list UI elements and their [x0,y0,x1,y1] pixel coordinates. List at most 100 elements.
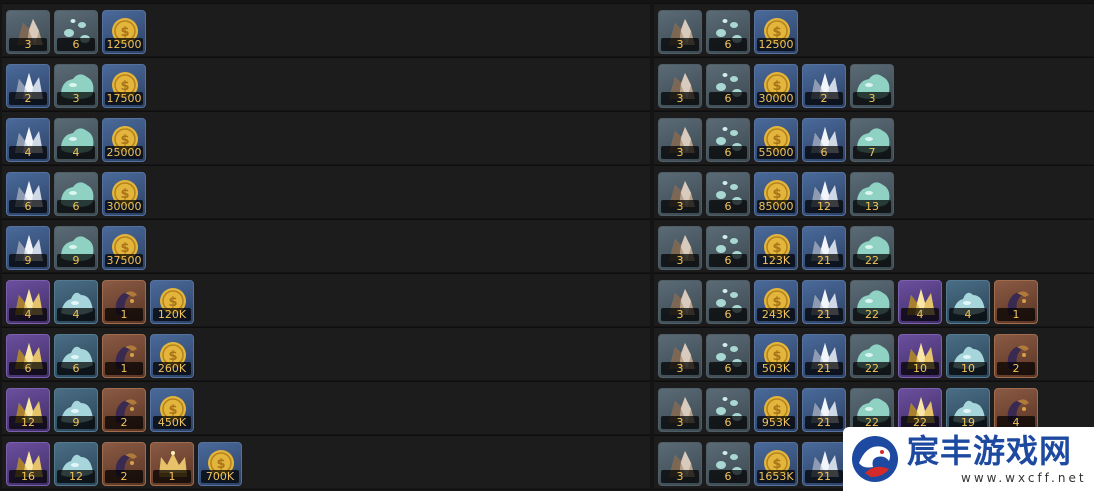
item-slot[interactable]: 3 [658,442,702,486]
item-count: 6 [709,146,747,159]
item-slot[interactable]: 3 [658,388,702,432]
item-slot[interactable]: 6 [706,442,750,486]
item-slot[interactable]: 6 [706,226,750,270]
item-count: 12 [9,416,47,429]
item-slot[interactable]: 1 [102,334,146,378]
item-count: 6 [57,362,95,375]
item-slot[interactable]: 1 [994,280,1038,324]
item-count: 37500 [105,254,143,267]
item-slot[interactable]: 2 [102,388,146,432]
item-slot[interactable]: 4 [54,118,98,162]
item-count: 450K [153,416,191,429]
item-slot[interactable]: 9 [54,226,98,270]
item-slot[interactable]: 4 [6,280,50,324]
item-slot[interactable]: 1 [102,280,146,324]
item-slot[interactable]: $55000 [754,118,798,162]
item-slot[interactable]: 2 [102,442,146,486]
item-slot[interactable]: $260K [150,334,194,378]
item-slot[interactable]: $17500 [102,64,146,108]
item-slot[interactable]: 3 [850,64,894,108]
item-slot[interactable]: 3 [658,334,702,378]
item-slot[interactable]: 6 [54,10,98,54]
item-slot[interactable]: 3 [658,172,702,216]
site-watermark: 宸丰游戏网 www.wxcff.net [843,427,1094,491]
item-slot[interactable]: 21 [802,280,846,324]
item-slot[interactable]: 3 [658,280,702,324]
item-slot[interactable]: 6 [706,334,750,378]
item-slot[interactable]: $503K [754,334,798,378]
item-slot[interactable]: 3 [658,226,702,270]
item-slot[interactable]: 22 [850,334,894,378]
item-slot[interactable]: 2 [994,334,1038,378]
item-slot[interactable]: 4 [946,280,990,324]
item-slot[interactable]: 4 [994,388,1038,432]
item-count: 4 [9,146,47,159]
item-count: 6 [709,92,747,105]
item-count: 3 [661,308,699,321]
item-slot[interactable]: 3 [54,64,98,108]
item-count: 6 [709,470,747,483]
item-slot[interactable]: 6 [706,10,750,54]
item-slot[interactable]: 3 [658,64,702,108]
item-slot[interactable]: 19 [946,388,990,432]
item-slot[interactable]: 22 [850,226,894,270]
item-slot[interactable]: 22 [850,388,894,432]
item-count: 7 [853,146,891,159]
item-slot[interactable]: $450K [150,388,194,432]
table-row: 6 6 $30000 3 6 $85000 12 13 [0,165,1094,218]
item-slot[interactable]: 3 [6,10,50,54]
item-slot[interactable]: 7 [850,118,894,162]
item-slot[interactable]: 12 [54,442,98,486]
item-slot[interactable]: 10 [946,334,990,378]
item-slot[interactable]: 9 [6,226,50,270]
item-slot[interactable]: 16 [6,442,50,486]
item-slot[interactable]: $953K [754,388,798,432]
item-slot[interactable]: 6 [802,118,846,162]
item-slot[interactable]: $37500 [102,226,146,270]
item-slot[interactable]: 21 [802,334,846,378]
item-slot[interactable]: $700K [198,442,242,486]
item-slot[interactable]: 6 [706,172,750,216]
item-slot[interactable]: 6 [6,172,50,216]
item-count: 4 [57,146,95,159]
item-slot[interactable]: $30000 [754,64,798,108]
item-slot[interactable]: 6 [6,334,50,378]
item-slot[interactable]: 4 [6,118,50,162]
item-count: 6 [57,38,95,51]
item-slot[interactable]: 21 [802,442,846,486]
item-slot[interactable]: $25000 [102,118,146,162]
item-slot[interactable]: 12 [802,172,846,216]
item-slot[interactable]: $85000 [754,172,798,216]
item-count: 12500 [757,38,795,51]
item-slot[interactable]: 21 [802,226,846,270]
item-slot[interactable]: 2 [6,64,50,108]
item-slot[interactable]: 6 [706,388,750,432]
item-slot[interactable]: 2 [802,64,846,108]
item-slot[interactable]: $12500 [754,10,798,54]
item-slot[interactable]: $123K [754,226,798,270]
item-slot[interactable]: $12500 [102,10,146,54]
item-slot[interactable]: 10 [898,334,942,378]
item-slot[interactable]: 3 [658,10,702,54]
item-slot[interactable]: 4 [898,280,942,324]
item-slot[interactable]: 4 [54,280,98,324]
item-slot[interactable]: 12 [6,388,50,432]
item-slot[interactable]: 9 [54,388,98,432]
item-slot[interactable]: 6 [706,280,750,324]
item-slot[interactable]: 13 [850,172,894,216]
upgrade-cost-table: 3 6 $12500 3 6 $12500 2 3 $17500 3 6 $30000 2 3 4 4 $250… [0,0,1094,491]
item-slot[interactable]: $120K [150,280,194,324]
item-slot[interactable]: 22 [898,388,942,432]
item-slot[interactable]: $243K [754,280,798,324]
item-slot[interactable]: $1653K [754,442,798,486]
item-slot[interactable]: 6 [706,118,750,162]
item-slot[interactable]: 6 [54,334,98,378]
item-slot[interactable]: 22 [850,280,894,324]
item-slot[interactable]: $30000 [102,172,146,216]
item-slot[interactable]: 6 [54,172,98,216]
item-slot[interactable]: 3 [658,118,702,162]
item-slot[interactable]: 6 [706,64,750,108]
item-slot[interactable]: 1 [150,442,194,486]
item-slot[interactable]: 21 [802,388,846,432]
item-count: 243K [757,308,795,321]
